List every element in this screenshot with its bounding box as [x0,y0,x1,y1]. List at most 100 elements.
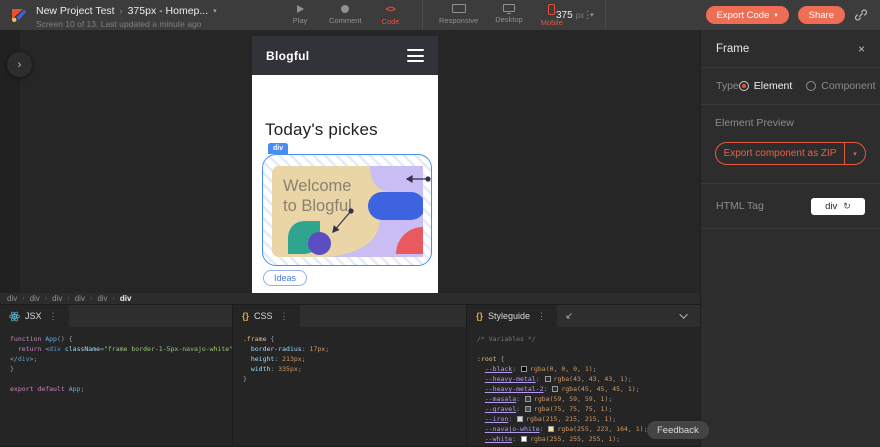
jsx-code: function App() { return <div className="… [0,327,232,394]
code-line: --heavy-metal: rgba(43, 43, 43, 1); [484,375,632,383]
code-line: :root { [477,355,505,363]
react-icon [9,311,20,321]
export-zip-button[interactable]: Export component as ZIP ▾ [715,142,866,165]
code-line: } [10,365,14,373]
code-icon: <> [385,3,396,14]
ideas-button[interactable]: Ideas [263,270,308,286]
chevron-down-icon: ▾ [774,12,778,19]
link-icon[interactable] [854,8,868,22]
code-line: } [243,375,247,383]
inspector-panel: Frame × Type Element Component Element Pr… [700,30,880,447]
code-line: width: 335px; [250,365,302,373]
chevron-down-icon[interactable] [679,310,688,319]
site-navbar: Blogful [252,36,438,75]
feedback-button[interactable]: Feedback [647,421,709,439]
export-code-button[interactable]: Export Code ▾ [705,6,789,24]
code-line: --gravel: rgba(75, 75, 75, 1); [484,405,613,413]
breadcrumb-separator: › [67,295,70,302]
mode-code[interactable]: <> Code [379,3,403,26]
html-tag-input[interactable]: div ↻ [811,197,865,215]
annotation-arrows [332,174,431,233]
radio-icon [738,81,749,91]
play-icon [296,5,304,13]
tab-jsx[interactable]: JSX ⋮ [0,305,69,327]
breadcrumb-item[interactable]: div [120,294,132,303]
mode-label: Code [381,16,400,26]
breadcrumb-item[interactable]: div [30,294,40,303]
tab-styleguide[interactable]: {} Styleguide ⋮ [467,305,558,327]
breadcrumb-item[interactable]: div [7,294,17,303]
code-line: --heavy-metal-2: rgba(45, 45, 45, 1); [484,385,640,393]
color-swatch [524,406,531,412]
mode-play[interactable]: Play [288,5,312,25]
topbar: New Project Test › 375px - Homep... ▾ Sc… [0,0,880,30]
color-swatch [521,436,528,442]
breadcrumb-separator: › [89,295,93,302]
chevron-down-icon[interactable]: ▾ [845,143,865,164]
design-canvas: › Blogful Today's pickes div Welcome to … [0,30,700,293]
close-icon[interactable]: × [858,42,865,56]
responsive-icon [451,3,466,13]
device-responsive[interactable]: Responsive [439,3,478,27]
selected-element-frame[interactable]: Welcome to Blogful [262,154,432,266]
comment-icon [341,5,350,13]
app-window: New Project Test › 375px - Homep... ▾ Sc… [0,0,880,447]
kebab-menu-icon[interactable]: ⋮ [47,311,60,322]
kebab-menu-icon[interactable]: ⋮ [535,311,548,322]
chevron-down-icon[interactable]: ▾ [213,7,217,15]
color-swatch [521,366,528,372]
collapse-icon[interactable] [564,312,573,321]
inspector-title: Frame [716,42,750,55]
type-radio-component[interactable]: Component [806,80,876,92]
selection-tag-badge: div [268,143,289,154]
site-title: Blogful [266,48,310,63]
hamburger-menu-icon[interactable] [407,49,424,62]
code-line: --black: rgba(0, 0, 0, 1); [484,365,597,373]
breadcrumb-item[interactable]: div [75,294,85,303]
mode-label: Play [292,16,308,25]
radio-label: Component [821,80,876,92]
project-breadcrumb[interactable]: New Project Test › 375px - Homep... ▾ Sc… [36,5,217,29]
screen-status: Screen 10 of 13. Last updated a minute a… [36,19,202,29]
device-label: Desktop [495,14,523,24]
breadcrumb-separator: › [112,295,115,302]
page-name[interactable]: 375px - Homep... [128,5,209,17]
kebab-menu-icon[interactable]: ⋮ [278,311,291,322]
code-line: --masala: rgba(59, 59, 59, 1); [484,395,613,403]
mobile-preview: Blogful Today's pickes div Welcome to Bl… [252,36,438,293]
breadcrumb-separator: › [44,295,48,302]
viewport-width-value: 375 [556,9,573,21]
refresh-icon[interactable]: ↻ [843,201,851,212]
viewport-width-dropdown[interactable]: 375 px ▾ [556,0,594,30]
device-desktop[interactable]: Desktop [495,3,523,27]
mode-comment[interactable]: Comment [329,5,362,25]
breadcrumb-separator: › [119,6,123,16]
viewport-width-unit: px [575,10,585,20]
code-line: .frame { [243,335,275,343]
radio-icon [806,81,817,91]
code-line: </div>; [10,355,38,363]
project-name[interactable]: New Project Test [36,5,115,17]
code-line: function App() { [10,335,73,343]
html-tag-label: HTML Tag [716,200,764,212]
anima-logo[interactable] [10,6,28,24]
color-swatch [544,376,551,382]
type-radio-element[interactable]: Element [738,80,793,92]
braces-icon: {} [242,311,250,321]
chevron-right-icon: › [17,58,22,71]
breadcrumb-item[interactable]: div [97,294,107,303]
expand-panel-button[interactable]: › [7,52,32,77]
tab-css[interactable]: {} CSS ⋮ [233,305,300,327]
css-code: .frame { border-radius: 17px; height: 21… [233,327,466,384]
share-button[interactable]: Share [797,6,845,24]
braces-icon: {} [476,311,484,321]
view-mode-switcher: Play Comment <> Code [288,0,421,30]
breadcrumb-item[interactable]: div [52,294,62,303]
radio-label: Element [753,80,793,92]
code-line: export default App; [10,385,85,393]
chevron-down-icon: ▾ [590,12,594,19]
dom-breadcrumb: div › div › div › div › div › div [0,293,700,305]
element-preview-label: Element Preview [715,117,794,129]
